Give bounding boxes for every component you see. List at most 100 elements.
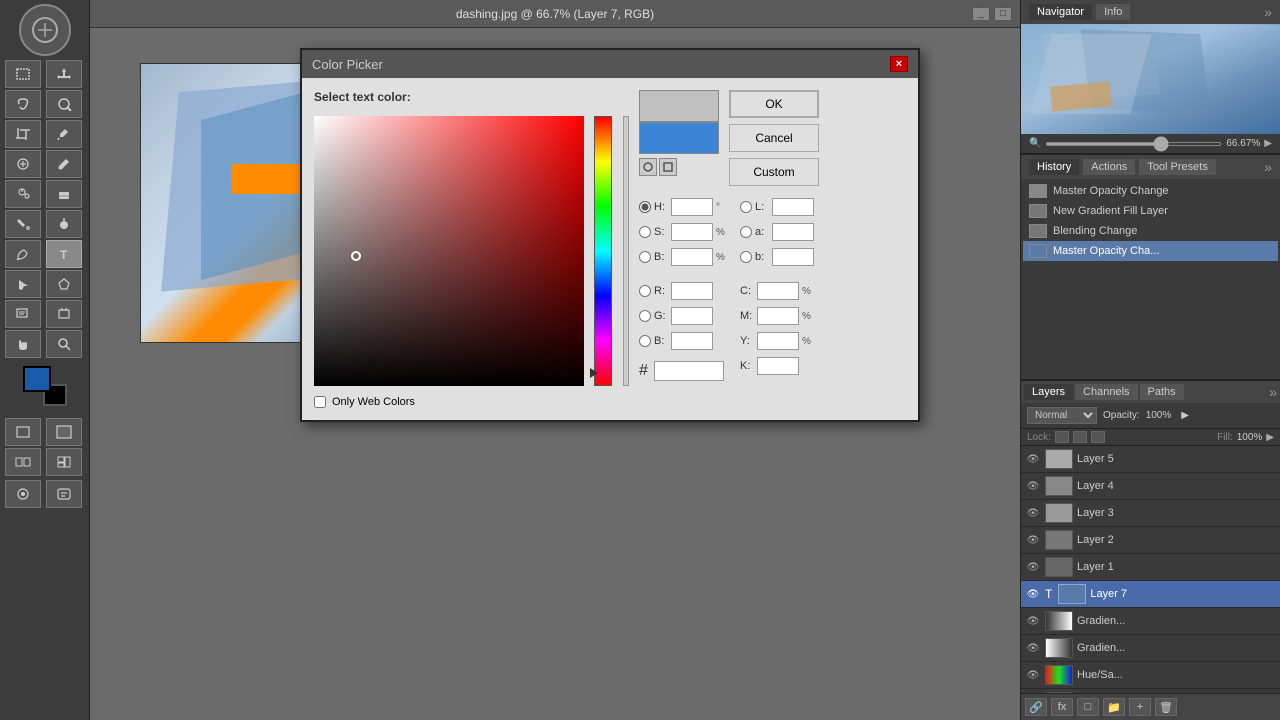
k-input[interactable]: 0 (757, 357, 799, 375)
tool-pen[interactable] (5, 240, 41, 268)
history-item-2[interactable]: Blending Change (1023, 221, 1278, 241)
tool-extras1[interactable] (5, 448, 41, 476)
r-radio[interactable] (639, 285, 651, 297)
tool-custom-shape[interactable] (46, 270, 82, 298)
m-input[interactable]: 20 (757, 307, 799, 325)
tool-eyedropper[interactable] (46, 120, 82, 148)
restore-btn[interactable]: □ (994, 7, 1012, 21)
lock-all-btn[interactable] (1091, 431, 1105, 443)
g-input[interactable]: 192 (671, 307, 713, 325)
history-item-3[interactable]: Master Opacity Cha... (1023, 241, 1278, 261)
b-rgb-radio[interactable] (639, 335, 651, 347)
layer-item-7[interactable]: 👁 T Layer 7 (1021, 581, 1280, 608)
layer-item-5[interactable]: 👁 Layer 5 (1021, 446, 1280, 473)
s-radio[interactable] (639, 226, 651, 238)
y-input[interactable]: 20 (757, 332, 799, 350)
l-input[interactable]: 78 (772, 198, 814, 216)
layer-item-2[interactable]: 👁 Layer 2 (1021, 527, 1280, 554)
layer-eye-hue[interactable]: 👁 (1025, 668, 1041, 682)
layer-item-4[interactable]: 👁 Layer 4 (1021, 473, 1280, 500)
layer-item-1[interactable]: 👁 Layer 1 (1021, 554, 1280, 581)
tool-type[interactable]: T (46, 240, 82, 268)
layer-item-hue[interactable]: 👁 Hue/Sa... (1021, 662, 1280, 689)
layer-eye-2[interactable]: 👁 (1025, 533, 1041, 547)
layer-item-grad1[interactable]: 👁 Gradien... (1021, 608, 1280, 635)
s-input[interactable]: 0 (671, 223, 713, 241)
tool-paint-bucket[interactable] (5, 210, 41, 238)
h-radio[interactable] (639, 201, 651, 213)
a-input[interactable]: 0 (772, 223, 814, 241)
preview-icon-circle[interactable] (639, 158, 657, 176)
history-item-0[interactable]: Master Opacity Change (1023, 181, 1278, 201)
navigator-tab[interactable]: Navigator (1029, 4, 1092, 20)
g-radio[interactable] (639, 310, 651, 322)
h-input[interactable]: 0 (671, 198, 713, 216)
color-gradient-picker[interactable] (314, 116, 584, 386)
layer-eye-5[interactable]: 👁 (1025, 452, 1041, 466)
channels-tab[interactable]: Channels (1075, 384, 1137, 400)
layer-eye-7[interactable]: 👁 (1025, 587, 1041, 601)
alpha-slider[interactable] (623, 116, 629, 386)
tool-presets-tab[interactable]: Tool Presets (1139, 159, 1216, 175)
b-input[interactable]: 75 (671, 248, 713, 266)
layer-eye-grad2[interactable]: 👁 (1025, 641, 1041, 655)
layer-new-btn[interactable]: + (1129, 698, 1151, 716)
actions-tab[interactable]: Actions (1083, 159, 1135, 175)
tool-eraser[interactable] (46, 180, 82, 208)
r-input[interactable]: 192 (671, 282, 713, 300)
history-item-1[interactable]: New Gradient Fill Layer (1023, 201, 1278, 221)
tool-clone[interactable] (5, 180, 41, 208)
layers-panel-expand[interactable]: » (1269, 384, 1277, 400)
history-tab[interactable]: History (1029, 159, 1079, 175)
tool-zoom[interactable] (46, 330, 82, 358)
b-radio[interactable] (639, 251, 651, 263)
tool-hand[interactable] (5, 330, 41, 358)
b-lab-radio[interactable] (740, 251, 752, 263)
fill-expand[interactable]: ▶ (1266, 432, 1274, 443)
tool-standard-screen[interactable] (5, 418, 41, 446)
tool-extras2[interactable] (46, 448, 82, 476)
fg-color-swatch[interactable] (23, 366, 51, 392)
tool-path-select[interactable] (5, 270, 41, 298)
layers-tab[interactable]: Layers (1024, 384, 1073, 400)
tool-quick-select[interactable] (46, 90, 82, 118)
layer-item-3[interactable]: 👁 Layer 3 (1021, 500, 1280, 527)
hex-input[interactable]: C0C0C0 (654, 361, 724, 381)
tool-crop[interactable] (5, 120, 41, 148)
paths-tab[interactable]: Paths (1140, 384, 1184, 400)
layer-mask-btn[interactable]: □ (1077, 698, 1099, 716)
preview-icon-square[interactable] (659, 158, 677, 176)
tool-brush[interactable] (46, 150, 82, 178)
layer-eye-4[interactable]: 👁 (1025, 479, 1041, 493)
zoom-slider[interactable] (1045, 142, 1222, 146)
opacity-expand[interactable]: ▶ (1181, 410, 1189, 421)
a-radio[interactable] (740, 226, 752, 238)
layer-eye-1[interactable]: 👁 (1025, 560, 1041, 574)
web-colors-checkbox[interactable] (314, 396, 326, 408)
tool-action1[interactable] (5, 480, 41, 508)
history-panel-expand[interactable]: » (1264, 159, 1272, 175)
layer-eye-3[interactable]: 👁 (1025, 506, 1041, 520)
b-lab-input[interactable]: 0 (772, 248, 814, 266)
tool-move[interactable] (46, 60, 82, 88)
tool-fullscreen[interactable] (46, 418, 82, 446)
layer-eye-grad1[interactable]: 👁 (1025, 614, 1041, 628)
blend-mode-select[interactable]: Normal Multiply Screen (1027, 407, 1097, 424)
cancel-button[interactable]: Cancel (729, 124, 819, 152)
ok-button[interactable]: OK (729, 90, 819, 118)
layer-link-btn[interactable]: 🔗 (1025, 698, 1047, 716)
navigator-panel-expand[interactable]: » (1264, 4, 1272, 20)
tool-action2[interactable] (46, 480, 82, 508)
c-input[interactable]: 25 (757, 282, 799, 300)
zoom-expand[interactable]: ▶ (1264, 138, 1272, 149)
info-tab[interactable]: Info (1096, 4, 1130, 20)
hue-slider[interactable] (594, 116, 612, 386)
tool-eyedropper2[interactable] (46, 300, 82, 328)
l-radio[interactable] (740, 201, 752, 213)
b-rgb-input[interactable]: 192 (671, 332, 713, 350)
lock-position-btn[interactable] (1073, 431, 1087, 443)
tool-heal[interactable] (5, 150, 41, 178)
tool-dodge[interactable] (46, 210, 82, 238)
tool-marquee[interactable] (5, 60, 41, 88)
layer-delete-btn[interactable]: 🗑 (1155, 698, 1177, 716)
